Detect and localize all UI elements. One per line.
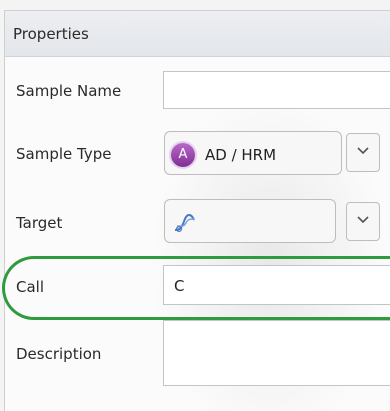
panel-title: Properties (13, 25, 89, 43)
sample-type-combo[interactable]: A AD / HRM St (164, 131, 342, 175)
panel-header: Properties (5, 11, 390, 57)
sample-type-dropdown-button[interactable] (346, 133, 380, 172)
sample-type-label: Sample Type (16, 145, 112, 163)
chevron-down-icon (357, 147, 369, 155)
target-curve-icon (174, 213, 195, 233)
sample-name-input[interactable] (163, 71, 390, 109)
sample-type-value: AD / HRM St (205, 146, 277, 164)
chevron-down-icon (357, 216, 369, 224)
target-combo[interactable] (164, 199, 336, 243)
call-highlight-annotation (2, 256, 390, 320)
description-input[interactable] (163, 320, 390, 386)
description-label: Description (16, 345, 102, 363)
sample-name-label: Sample Name (16, 82, 122, 100)
target-dropdown-button[interactable] (346, 202, 380, 241)
sample-type-badge-icon: A (171, 143, 195, 167)
target-label: Target (16, 214, 63, 232)
